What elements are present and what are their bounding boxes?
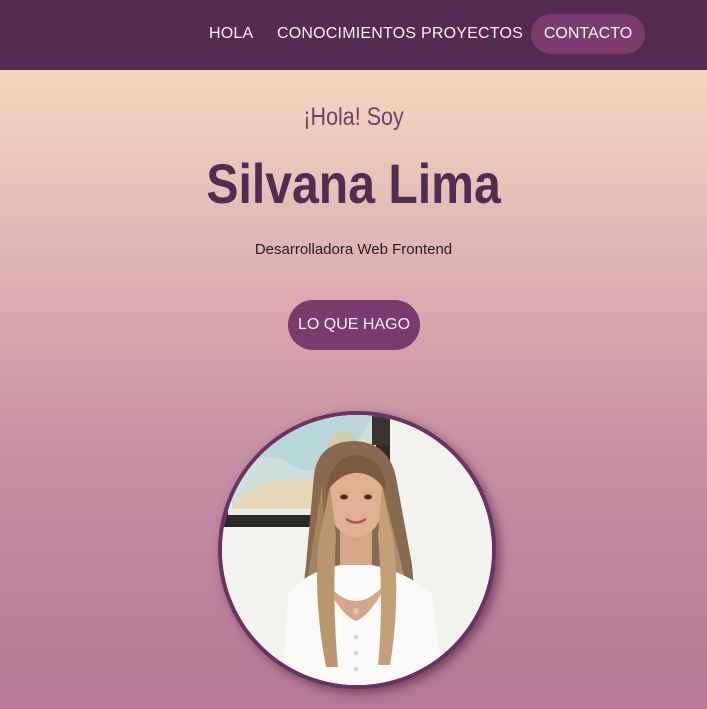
nav-link-proyectos[interactable]: PROYECTOS [421, 24, 523, 44]
hero-role: Desarrolladora Web Frontend [254, 241, 453, 258]
lo-que-hago-button[interactable]: LO QUE HAGO [288, 300, 420, 350]
nav-link-conocimientos[interactable]: CONOCIMIENTOS [277, 24, 416, 44]
page-title: Silvana Lima [206, 152, 501, 215]
avatar [218, 411, 496, 689]
navbar: HOLA CONOCIMIENTOS PROYECTOS CONTACTO [0, 0, 707, 70]
nav-link-hola[interactable]: HOLA [209, 24, 253, 44]
hero-greeting: ¡Hola! Soy [303, 103, 404, 131]
profile-photo-icon [222, 415, 492, 685]
contact-button[interactable]: CONTACTO [531, 14, 645, 54]
